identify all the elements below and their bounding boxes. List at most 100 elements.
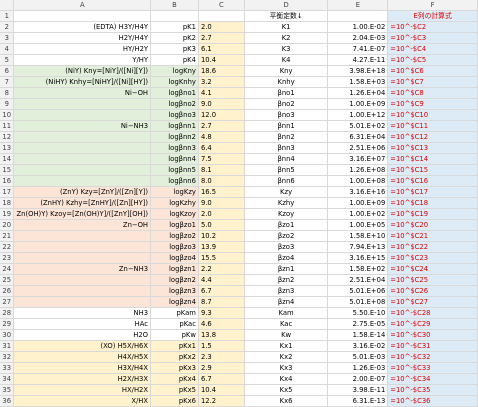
- constant-name-cell[interactable]: Kx5: [244, 384, 329, 396]
- parameter-name-cell[interactable]: logβzn1: [150, 263, 199, 275]
- formula-cell[interactable]: =10^$C18: [387, 197, 478, 209]
- input-value-cell[interactable]: 15.5: [198, 252, 245, 264]
- row-header[interactable]: 9: [0, 98, 15, 110]
- input-value-cell[interactable]: 18.6: [198, 65, 245, 77]
- label-cell[interactable]: X/HX: [13, 395, 152, 407]
- constant-value-cell[interactable]: 1.00.E+09: [327, 197, 389, 209]
- input-value-cell[interactable]: 2.9: [198, 362, 245, 374]
- label-cell[interactable]: [13, 109, 152, 121]
- formula-cell[interactable]: =10^$C6: [387, 65, 478, 77]
- label-cell[interactable]: HX/H2X: [13, 384, 152, 396]
- input-value-cell[interactable]: 3.2: [198, 76, 245, 88]
- constant-value-cell[interactable]: 3.98.E+18: [327, 65, 389, 77]
- constant-name-cell[interactable]: βzo1: [244, 219, 329, 231]
- row-header[interactable]: 4: [0, 43, 15, 55]
- row-header[interactable]: 8: [0, 87, 15, 99]
- parameter-name-cell[interactable]: logβzo2: [150, 230, 199, 242]
- label-cell[interactable]: (ZnY) Kzy=[ZnY]/([Zn][Y]): [13, 186, 152, 198]
- formula-cell[interactable]: =10^$C24: [387, 263, 478, 275]
- constant-name-cell[interactable]: Knhy: [244, 76, 329, 88]
- input-value-cell[interactable]: 6.1: [198, 43, 245, 55]
- row-header[interactable]: 33: [0, 362, 15, 374]
- label-cell[interactable]: H2Y/H4Y: [13, 32, 152, 44]
- formula-cell[interactable]: =10^-$C2: [387, 21, 478, 33]
- constant-value-cell[interactable]: 7.41.E-07: [327, 43, 389, 55]
- parameter-name-cell[interactable]: logβnn1: [150, 120, 199, 132]
- formula-cell[interactable]: =10^-$C33: [387, 362, 478, 374]
- formula-cell[interactable]: =10^-$C31: [387, 340, 478, 352]
- input-value-cell[interactable]: 4.6: [198, 318, 245, 330]
- formula-cell[interactable]: =10^-$C4: [387, 43, 478, 55]
- label-cell[interactable]: H3X/H4X: [13, 362, 152, 374]
- formula-cell[interactable]: =10^$C23: [387, 252, 478, 264]
- formula-cell[interactable]: =10^-$C29: [387, 318, 478, 330]
- constant-value-cell[interactable]: 1.58.E+02: [327, 263, 389, 275]
- input-value-cell[interactable]: 4.4: [198, 274, 245, 286]
- constant-name-cell[interactable]: Kx4: [244, 373, 329, 385]
- label-cell[interactable]: (NiY) Kny=[NiY]/([Ni][Y]): [13, 65, 152, 77]
- formula-cell[interactable]: =10^-$C3: [387, 32, 478, 44]
- constant-name-cell[interactable]: Kx2: [244, 351, 329, 363]
- cell-e[interactable]: [327, 10, 389, 22]
- constant-value-cell[interactable]: 5.01.E+08: [327, 296, 389, 308]
- constant-name-cell[interactable]: βzn3: [244, 285, 329, 297]
- input-value-cell[interactable]: 10.2: [198, 230, 245, 242]
- input-value-cell[interactable]: 1.5: [198, 340, 245, 352]
- parameter-name-cell[interactable]: logKny: [150, 65, 199, 77]
- constant-name-cell[interactable]: Kw: [244, 329, 329, 341]
- constant-value-cell[interactable]: 2.00.E-07: [327, 373, 389, 385]
- select-all-corner[interactable]: [0, 0, 15, 11]
- parameter-name-cell[interactable]: pK1: [150, 21, 199, 33]
- constant-name-cell[interactable]: Kzy: [244, 186, 329, 198]
- constant-name-cell[interactable]: βzo2: [244, 230, 329, 242]
- row-header[interactable]: 5: [0, 54, 15, 66]
- label-cell[interactable]: (XO) H5X/H6X: [13, 340, 152, 352]
- input-value-cell[interactable]: 8.1: [198, 164, 245, 176]
- input-value-cell[interactable]: 8.7: [198, 296, 245, 308]
- row-header[interactable]: 2: [0, 21, 15, 33]
- constant-value-cell[interactable]: 1.58.E-14: [327, 329, 389, 341]
- input-value-cell[interactable]: 5.0: [198, 219, 245, 231]
- row-header[interactable]: 1: [0, 10, 15, 22]
- constant-value-cell[interactable]: 1.26.E+08: [327, 164, 389, 176]
- row-header[interactable]: 10: [0, 109, 15, 121]
- constant-name-cell[interactable]: K4: [244, 54, 329, 66]
- row-header[interactable]: 26: [0, 285, 15, 297]
- parameter-name-cell[interactable]: logβnn4: [150, 153, 199, 165]
- label-cell[interactable]: (ZnHY) Kzhy=[ZnHY]/([Zn][HY]): [13, 197, 152, 209]
- column-header-f[interactable]: F: [387, 0, 478, 11]
- input-value-cell[interactable]: 6.7: [198, 373, 245, 385]
- formula-cell[interactable]: =10^$C27: [387, 296, 478, 308]
- formula-cell[interactable]: =10^-$C36: [387, 395, 478, 407]
- input-value-cell[interactable]: 2.3: [198, 351, 245, 363]
- row-header[interactable]: 18: [0, 197, 15, 209]
- label-cell[interactable]: Y/HY: [13, 54, 152, 66]
- parameter-name-cell[interactable]: logβnn6: [150, 175, 199, 187]
- constant-name-cell[interactable]: βno1: [244, 87, 329, 99]
- parameter-name-cell[interactable]: logβno1: [150, 87, 199, 99]
- parameter-name-cell[interactable]: logKnhy: [150, 76, 199, 88]
- formula-cell[interactable]: =10^-$C32: [387, 351, 478, 363]
- formula-cell[interactable]: =10^$C8: [387, 87, 478, 99]
- constant-value-cell[interactable]: 6.31.E+04: [327, 131, 389, 143]
- equilibrium-constant-header[interactable]: 平衡定数↓: [244, 10, 329, 22]
- constant-name-cell[interactable]: βnn2: [244, 131, 329, 143]
- label-cell[interactable]: (NiHY) Knhy=[NiHY]/([Ni][HY]): [13, 76, 152, 88]
- input-value-cell[interactable]: 12.0: [198, 109, 245, 121]
- constant-name-cell[interactable]: βno3: [244, 109, 329, 121]
- input-value-cell[interactable]: 9.3: [198, 307, 245, 319]
- constant-name-cell[interactable]: Kzoy: [244, 208, 329, 220]
- parameter-name-cell[interactable]: pKx5: [150, 384, 199, 396]
- constant-value-cell[interactable]: 1.26.E-03: [327, 362, 389, 374]
- constant-value-cell[interactable]: 7.94.E+13: [327, 241, 389, 253]
- formula-cell[interactable]: =10^$C15: [387, 164, 478, 176]
- row-header[interactable]: 35: [0, 384, 15, 396]
- parameter-name-cell[interactable]: pKac: [150, 318, 199, 330]
- row-header[interactable]: 11: [0, 120, 15, 132]
- column-header-c[interactable]: C: [198, 0, 245, 11]
- cell-b[interactable]: [150, 10, 199, 22]
- label-cell[interactable]: [13, 230, 152, 242]
- row-header[interactable]: 17: [0, 186, 15, 198]
- row-header[interactable]: 30: [0, 329, 15, 341]
- formula-cell[interactable]: =10^$C22: [387, 241, 478, 253]
